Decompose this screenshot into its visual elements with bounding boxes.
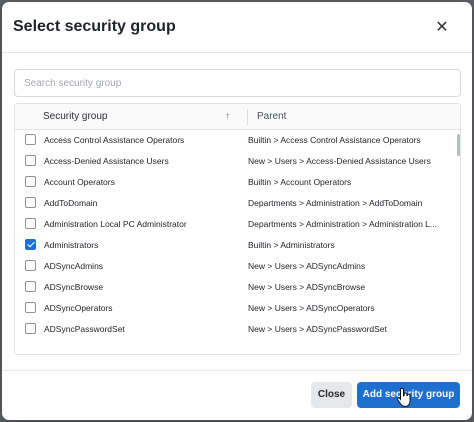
header-divider bbox=[2, 52, 472, 53]
search-input[interactable] bbox=[14, 69, 461, 97]
cell-security-group: ADSyncOperators bbox=[44, 303, 113, 313]
cell-security-group: Account Operators bbox=[44, 177, 115, 187]
cell-security-group: AddToDomain bbox=[44, 198, 98, 208]
checkbox[interactable] bbox=[25, 155, 36, 166]
checkbox[interactable] bbox=[25, 218, 36, 229]
select-security-group-dialog: Select security group ✕ Security group ↑… bbox=[2, 2, 472, 420]
cell-parent: New > Users > ADSyncAdmins bbox=[248, 261, 366, 271]
checkbox[interactable] bbox=[25, 323, 36, 334]
cell-security-group: Access Control Assistance Operators bbox=[44, 135, 185, 145]
table-row[interactable]: ADSyncAdmins New > Users > ADSyncAdmins bbox=[15, 256, 456, 277]
table-row[interactable]: Access-Denied Assistance Users New > User… bbox=[15, 151, 456, 172]
cell-parent: Builtin > Account Operators bbox=[248, 177, 352, 187]
checkbox-checked[interactable] bbox=[25, 239, 36, 250]
cell-parent: New > Users > ADSyncPasswordSet bbox=[248, 324, 387, 334]
cell-security-group: ADSyncAdmins bbox=[44, 261, 104, 271]
table-row[interactable]: Access Control Assistance Operators Built… bbox=[15, 130, 456, 151]
table-row[interactable]: ADSyncPasswordSet New > Users > ADSyncPas… bbox=[15, 319, 456, 340]
cell-parent: New > Users > ADSyncOperators bbox=[248, 303, 375, 313]
cell-parent: Departments > Administration > AddToDoma… bbox=[248, 198, 423, 208]
table-body: Access Control Assistance Operators Built… bbox=[15, 130, 460, 354]
dialog-header: Select security group ✕ bbox=[2, 2, 472, 52]
checkbox[interactable] bbox=[25, 302, 36, 313]
checkbox[interactable] bbox=[25, 281, 36, 292]
cell-security-group: Access-Denied Assistance Users bbox=[44, 156, 169, 166]
column-header-security-group[interactable]: Security group bbox=[43, 104, 248, 130]
table-row[interactable]: ADSyncBrowse New > Users > ADSyncBrowse bbox=[15, 277, 456, 298]
cell-security-group: Administrators bbox=[44, 240, 99, 250]
cell-security-group: Administration Local PC Administrator bbox=[44, 219, 187, 229]
sort-ascending-icon[interactable]: ↑ bbox=[225, 104, 230, 130]
table-row[interactable]: AddToDomain Departments > Administration … bbox=[15, 193, 456, 214]
close-button[interactable]: Close bbox=[311, 382, 352, 408]
cell-security-group: ADSyncPasswordSet bbox=[44, 324, 125, 334]
hand-pointer-icon bbox=[397, 387, 411, 407]
table-row[interactable]: Administrators Builtin > Administrators bbox=[15, 235, 456, 256]
cell-parent: New > Users > Access-Denied Assistance U… bbox=[248, 156, 431, 166]
checkbox[interactable] bbox=[25, 134, 36, 145]
table-scrollbar[interactable] bbox=[457, 134, 460, 156]
cell-parent: New > Users > ADSyncBrowse bbox=[248, 282, 366, 292]
column-header-parent[interactable]: Parent bbox=[257, 104, 447, 130]
close-icon[interactable]: ✕ bbox=[432, 18, 452, 38]
security-group-table: Security group ↑ Parent Access Control A… bbox=[14, 103, 461, 355]
cell-parent: Builtin > Administrators bbox=[248, 240, 335, 250]
checkbox[interactable] bbox=[25, 176, 36, 187]
dialog-title: Select security group bbox=[13, 18, 176, 35]
cell-security-group: ADSyncBrowse bbox=[44, 282, 104, 292]
checkbox[interactable] bbox=[25, 260, 36, 271]
cell-parent: Builtin > Access Control Assistance Oper… bbox=[248, 135, 421, 145]
column-divider[interactable] bbox=[247, 109, 248, 125]
checkbox[interactable] bbox=[25, 197, 36, 208]
table-header: Security group ↑ Parent bbox=[15, 104, 460, 130]
table-row[interactable]: Administration Local PC Administrator Dep… bbox=[15, 214, 456, 235]
footer-divider bbox=[2, 370, 472, 371]
cell-parent: Departments > Administration > Administr… bbox=[248, 219, 437, 229]
table-row[interactable]: ADSyncOperators New > Users > ADSyncOpera… bbox=[15, 298, 456, 319]
table-row[interactable]: Account Operators Builtin > Account Opera… bbox=[15, 172, 456, 193]
